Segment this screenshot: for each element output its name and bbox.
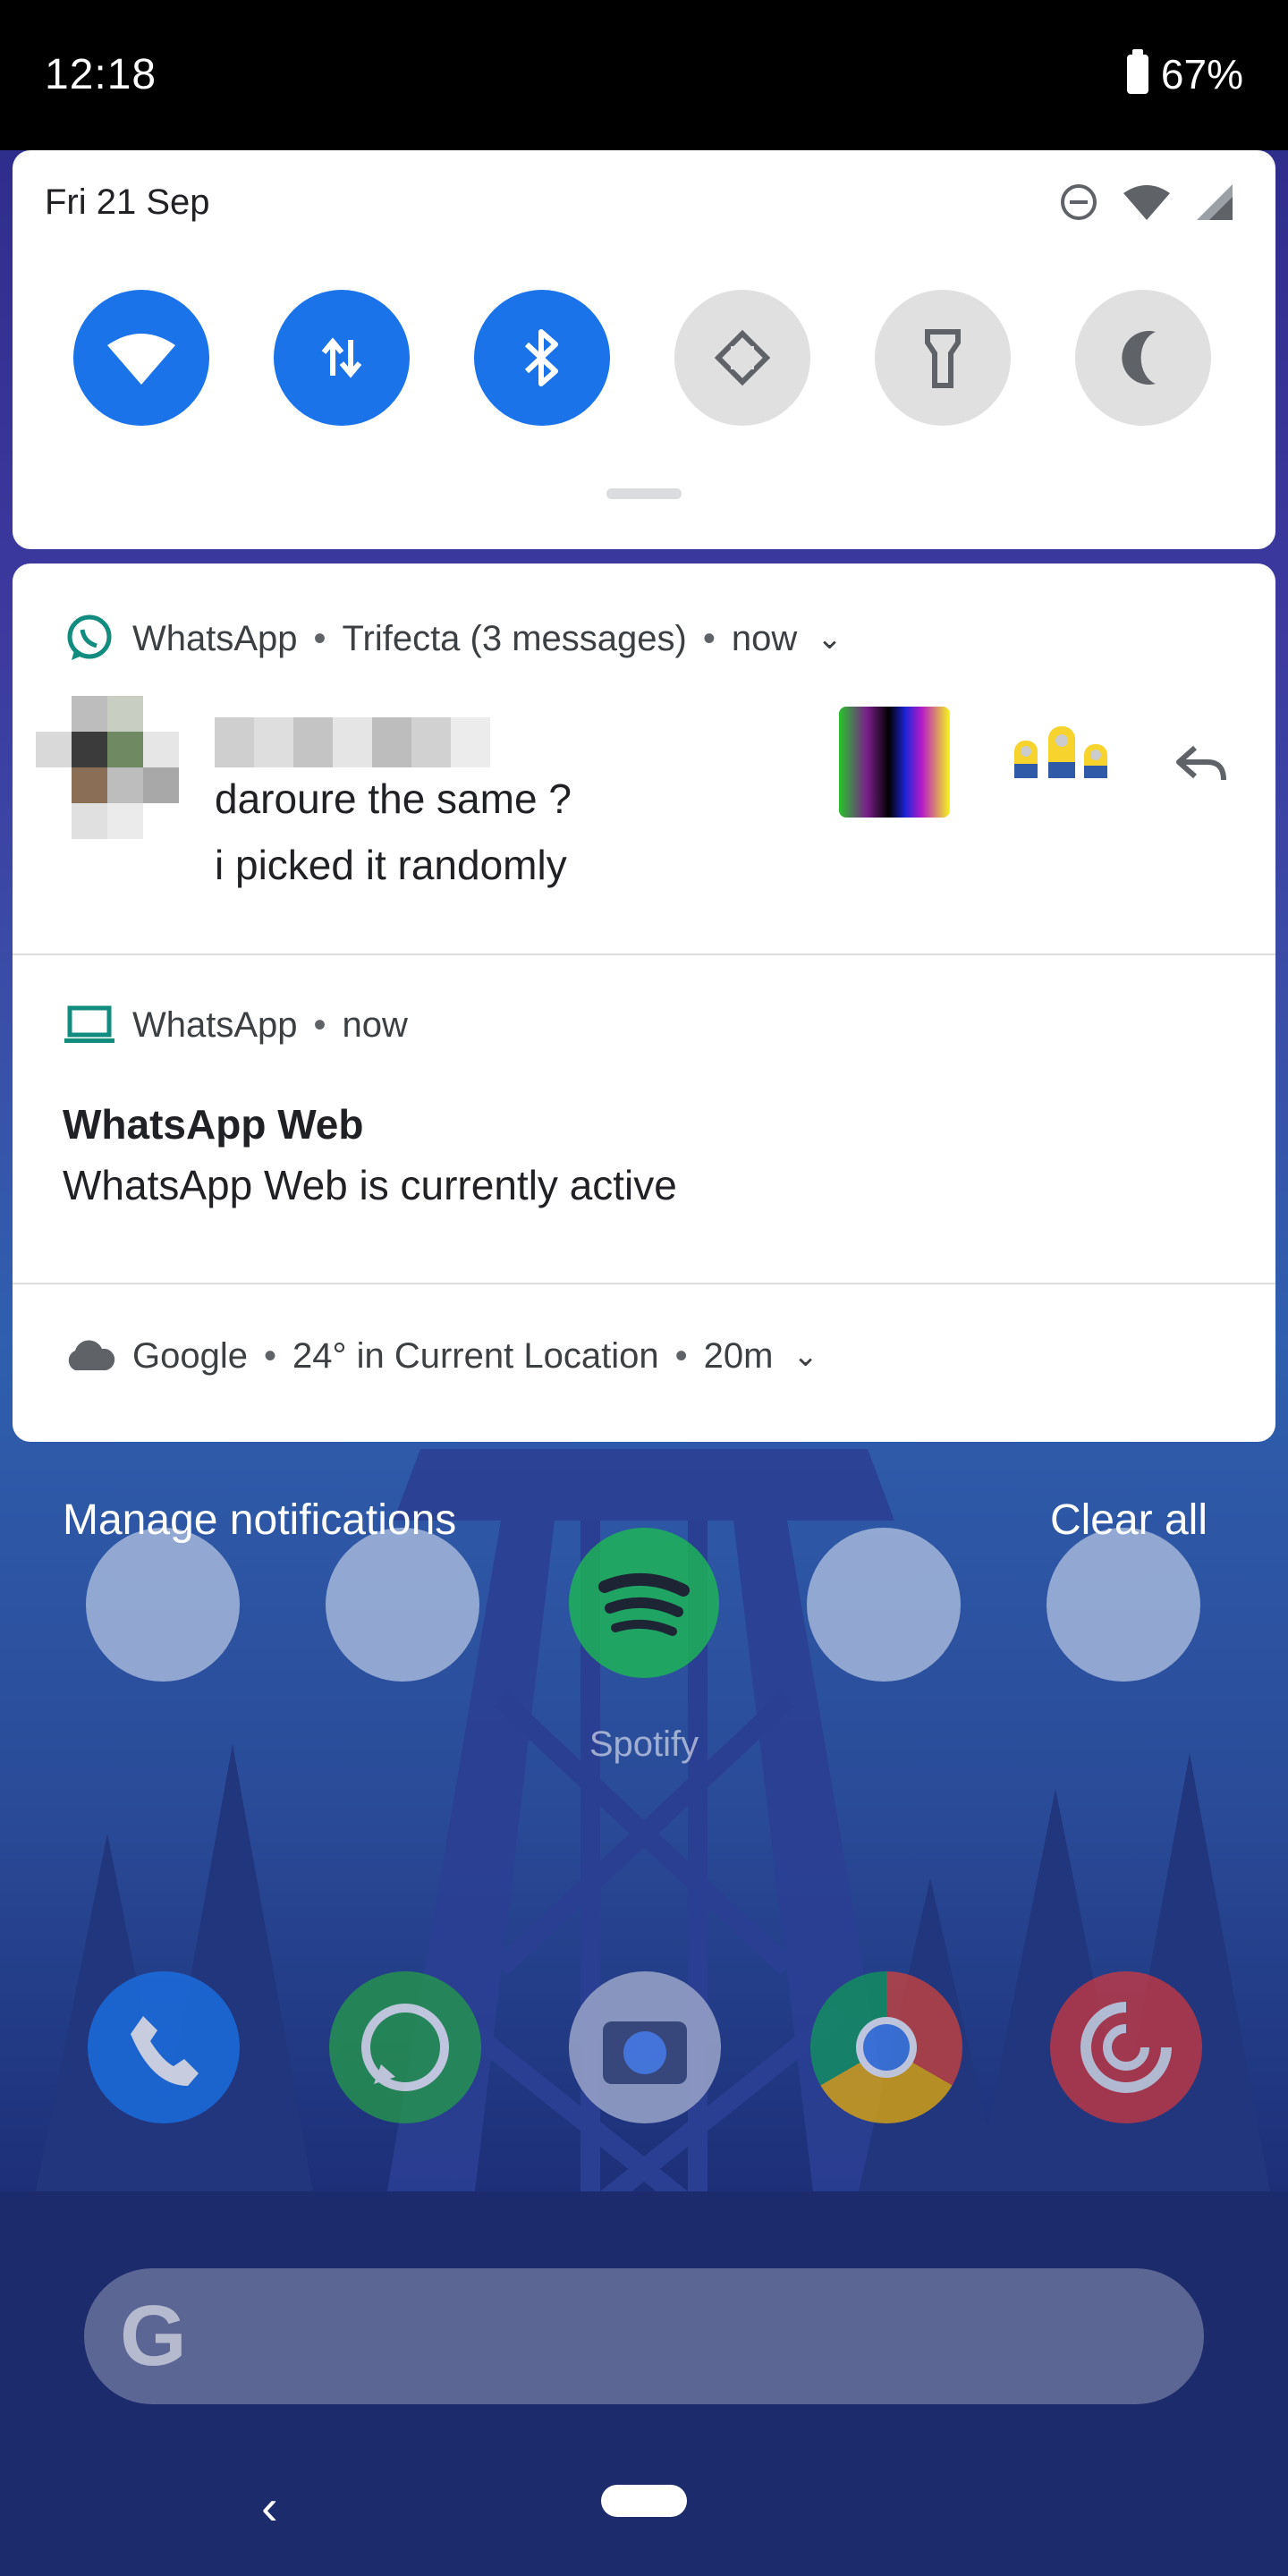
google-g-icon: G: [120, 2288, 187, 2384]
chevron-down-icon[interactable]: ⌄: [817, 621, 843, 657]
bluetooth-icon: [524, 329, 558, 386]
flashlight-tile[interactable]: [875, 290, 1011, 426]
phone-app-icon[interactable]: [88, 1971, 240, 2123]
wifi-status-icon: [1123, 185, 1170, 220]
cell-signal-icon: [1197, 184, 1233, 220]
battery-icon: [1126, 49, 1148, 94]
notification-shade: WhatsApp • Trifecta (3 messages) • now ⌄…: [13, 564, 1275, 1442]
wifi-tile[interactable]: [73, 290, 209, 426]
whatsapp-app-icon[interactable]: [329, 1971, 481, 2123]
clear-all-button[interactable]: Clear all: [1050, 1496, 1208, 1545]
notification-header: WhatsApp • now: [63, 998, 408, 1052]
separator-dot: •: [313, 1004, 326, 1045]
whatsapp-web-notification[interactable]: WhatsApp • now WhatsApp Web WhatsApp Web…: [13, 955, 1275, 1283]
status-right: 67%: [1126, 49, 1243, 98]
auto-rotate-tile[interactable]: [674, 290, 810, 426]
message-line-2: i picked it randomly: [215, 842, 567, 888]
notification-time: now: [342, 1004, 408, 1045]
message-line-1: daroure the same ?: [215, 775, 572, 822]
chrome-app-icon[interactable]: [810, 1971, 962, 2123]
moon-icon: [1122, 331, 1156, 385]
camera-app-icon[interactable]: [569, 1971, 721, 2123]
google-search-bar[interactable]: G: [84, 2268, 1204, 2404]
battery-percent: 67%: [1160, 51, 1243, 97]
laptop-icon: [63, 998, 116, 1052]
separator-dot: •: [702, 618, 716, 658]
app-name: Google: [132, 1335, 248, 1376]
avatar: [36, 696, 179, 839]
minions-sticker: [1014, 726, 1107, 778]
app-folder-1[interactable]: [86, 1528, 240, 1682]
notification-header: WhatsApp • Trifecta (3 messages) • now ⌄: [63, 612, 843, 665]
spotify-app-icon[interactable]: [569, 1528, 719, 1678]
whatsapp-icon: [63, 612, 116, 665]
image-thumbnail: [839, 707, 950, 818]
qs-drag-handle[interactable]: [606, 488, 682, 499]
notification-time: now: [731, 618, 798, 658]
data-arrows-icon: [321, 337, 362, 378]
app-folder-4[interactable]: [1046, 1528, 1200, 1682]
wifi-icon: [107, 334, 175, 385]
reply-icon[interactable]: [1172, 735, 1229, 792]
app-folder-3[interactable]: [807, 1528, 961, 1682]
pocket-casts-app-icon[interactable]: [1050, 1971, 1202, 2123]
separator-dot: •: [674, 1335, 688, 1376]
app-folder-2[interactable]: [326, 1528, 479, 1682]
back-button[interactable]: ‹: [261, 2478, 278, 2536]
app-name: WhatsApp: [132, 1004, 298, 1045]
night-light-tile[interactable]: [1075, 290, 1211, 426]
flashlight-icon: [925, 329, 961, 388]
notification-text: WhatsApp Web is currently active: [63, 1162, 677, 1208]
home-button[interactable]: [601, 2485, 687, 2517]
do-not-disturb-icon: [1061, 184, 1097, 220]
whatsapp-chat-notification[interactable]: WhatsApp • Trifecta (3 messages) • now ⌄…: [13, 564, 1275, 955]
rotate-icon: [714, 329, 771, 386]
google-weather-notification[interactable]: Google • 24° in Current Location • 20m ⌄: [13, 1284, 1275, 1442]
qs-date: Fri 21 Sep: [45, 182, 210, 222]
spotify-label: Spotify: [589, 1724, 699, 1764]
group-name: Trifecta (3 messages): [342, 618, 687, 658]
manage-notifications-button[interactable]: Manage notifications: [63, 1496, 456, 1545]
weather-detail: 24° in Current Location: [292, 1335, 659, 1376]
status-time: 12:18: [45, 51, 157, 98]
notification-time: 20m: [703, 1335, 774, 1376]
qs-tiles: [73, 290, 1211, 426]
status-bar: 12:18 67%: [0, 0, 1288, 150]
chevron-down-icon[interactable]: ⌄: [792, 1338, 818, 1374]
app-name: WhatsApp: [132, 618, 298, 658]
separator-dot: •: [263, 1335, 276, 1376]
cloud-icon: [63, 1329, 116, 1383]
qs-status-icons: [1059, 182, 1234, 222]
notification-title: WhatsApp Web: [63, 1101, 364, 1148]
mobile-data-tile[interactable]: [274, 290, 410, 426]
separator-dot: •: [313, 618, 326, 658]
sender-name-redacted: [215, 717, 490, 767]
quick-settings-panel: Fri 21 Sep: [13, 150, 1275, 549]
notification-header: Google • 24° in Current Location • 20m ⌄: [63, 1329, 818, 1383]
bluetooth-tile[interactable]: [474, 290, 610, 426]
